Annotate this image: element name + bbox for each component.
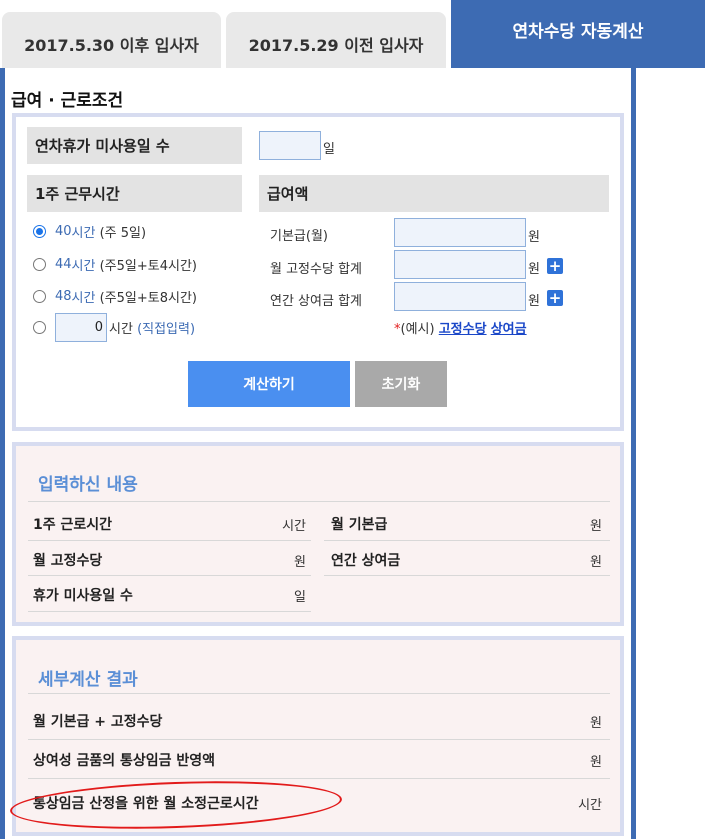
fixed-allowance-label: 월 고정수당 합계: [270, 262, 362, 277]
unused-leave-unit: 일: [323, 142, 335, 157]
detail-monthly-hours-unit: 시간: [578, 798, 602, 813]
base-pay-label: 기본급(월): [270, 229, 328, 244]
divider: [28, 540, 311, 541]
tab-before-2017-5-29[interactable]: 2017.5.29 이전 입사자: [226, 12, 446, 68]
hours-option-48[interactable]: 48 시간 (주5일+토8시간): [33, 287, 197, 306]
hours-option-40[interactable]: 40 시간 (주 5일): [33, 222, 146, 241]
divider: [28, 693, 610, 694]
add-bonus-icon[interactable]: +: [547, 290, 563, 306]
entered-unused-leave-label: 휴가 미사용일 수: [33, 588, 133, 604]
tab-after-2017-5-30[interactable]: 2017.5.30 이후 입사자: [2, 12, 221, 68]
example-link-fixed-allowance[interactable]: 고정수당: [439, 322, 487, 337]
detail-base-plus-fixed-label: 월 기본급 + 고정수당: [33, 714, 163, 730]
example-link-bonus[interactable]: 상여금: [491, 322, 527, 337]
entered-weekly-hours-unit: 시간: [282, 519, 306, 534]
radio-40[interactable]: [33, 225, 46, 238]
salary-label: 급여액: [259, 175, 609, 212]
reset-button[interactable]: 초기화: [355, 361, 447, 407]
entered-base-pay-label: 월 기본급: [331, 517, 388, 533]
detail-results-title: 세부계산 결과: [38, 670, 138, 690]
detail-bonus-reflection-label: 상여성 금품의 통상임금 반영액: [33, 753, 216, 769]
entered-summary-title: 입력하신 내용: [38, 475, 138, 495]
unused-leave-label: 연차휴가 미사용일 수: [27, 127, 242, 164]
detail-bonus-reflection-unit: 원: [590, 755, 602, 770]
unused-leave-input[interactable]: [259, 131, 321, 160]
example-note: *(예시) 고정수당 상여금: [394, 322, 527, 337]
divider: [28, 575, 311, 576]
radio-custom[interactable]: [33, 321, 46, 334]
hours-option-custom[interactable]: 0 시간 (직접입력): [33, 313, 195, 342]
entered-weekly-hours-label: 1주 근로시간: [33, 517, 113, 533]
base-pay-unit: 원: [528, 230, 540, 245]
fixed-allowance-unit: 원: [528, 262, 540, 277]
entered-fixed-allowance-label: 월 고정수당: [33, 553, 103, 569]
entered-unused-leave-unit: 일: [294, 590, 306, 605]
bonus-unit: 원: [528, 294, 540, 309]
tab-annual-allowance-calculator[interactable]: 연차수당 자동계산: [451, 0, 705, 68]
add-fixed-allowance-icon[interactable]: +: [547, 258, 563, 274]
divider: [28, 501, 610, 502]
weekly-hours-label: 1주 근무시간: [27, 175, 242, 212]
detail-base-plus-fixed-unit: 원: [590, 716, 602, 731]
entered-bonus-unit: 원: [590, 555, 602, 570]
entered-fixed-allowance-unit: 원: [294, 555, 306, 570]
radio-48[interactable]: [33, 290, 46, 303]
radio-44[interactable]: [33, 258, 46, 271]
divider: [28, 739, 610, 740]
divider: [28, 611, 311, 612]
tab-bar: 2017.5.30 이후 입사자 2017.5.29 이전 입사자 연차수당 자…: [0, 0, 705, 68]
base-pay-input[interactable]: [394, 218, 526, 247]
divider: [324, 575, 610, 576]
custom-hours-input[interactable]: 0: [55, 313, 107, 342]
entered-base-pay-unit: 원: [590, 519, 602, 534]
bonus-input[interactable]: [394, 282, 526, 311]
calculate-button[interactable]: 계산하기: [188, 361, 350, 407]
divider: [324, 540, 610, 541]
divider: [28, 778, 610, 779]
hours-option-44[interactable]: 44 시간 (주5일+토4시간): [33, 255, 197, 274]
entered-bonus-label: 연간 상여금: [331, 553, 401, 569]
fixed-allowance-input[interactable]: [394, 250, 526, 279]
bonus-label: 연간 상여금 합계: [270, 294, 362, 309]
section-title: 급여 · 근로조건: [11, 91, 124, 111]
